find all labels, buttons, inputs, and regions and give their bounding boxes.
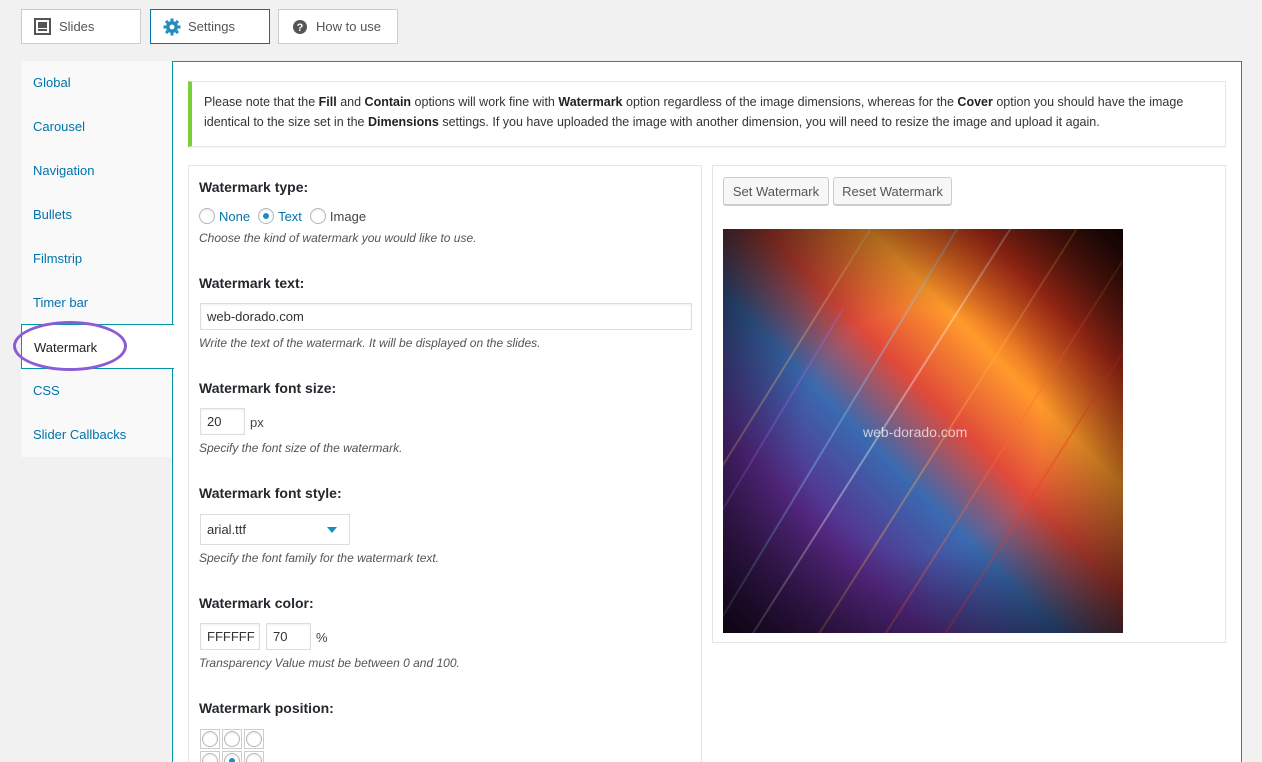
slides-icon xyxy=(34,17,52,36)
font-size-input[interactable]: 20 xyxy=(200,408,245,435)
font-style-label: Watermark font style: xyxy=(199,485,342,501)
transparency-unit: % xyxy=(316,630,328,645)
position-middle-left[interactable] xyxy=(200,751,220,762)
sidebar-item-timer-bar[interactable]: Timer bar xyxy=(33,295,88,310)
notice-bold-cover: Cover xyxy=(957,95,993,109)
position-grid xyxy=(200,729,266,762)
notice-box: Please note that the Fill and Contain op… xyxy=(188,81,1226,147)
watermark-preview-image: web-dorado.com xyxy=(723,229,1123,633)
reset-watermark-button[interactable]: Reset Watermark xyxy=(833,177,952,205)
sidebar-item-css[interactable]: CSS xyxy=(33,383,60,398)
sidebar-item-filmstrip[interactable]: Filmstrip xyxy=(33,251,82,266)
position-radio[interactable] xyxy=(224,731,240,747)
tab-slides[interactable]: Slides xyxy=(21,9,141,44)
position-top-left[interactable] xyxy=(200,729,220,749)
tab-how-to-use[interactable]: ? How to use xyxy=(278,9,398,44)
radio-none-label[interactable]: None xyxy=(219,209,250,224)
font-style-desc: Specify the font family for the watermar… xyxy=(199,551,440,565)
watermark-type-radios: None Text Image xyxy=(199,208,374,224)
tab-settings[interactable]: Settings xyxy=(150,9,270,44)
sidebar-item-carousel[interactable]: Carousel xyxy=(33,119,85,134)
position-label: Watermark position: xyxy=(199,700,334,716)
watermark-text-input[interactable]: web-dorado.com xyxy=(200,303,692,330)
transparency-input[interactable]: 70 xyxy=(266,623,311,650)
position-radio[interactable] xyxy=(246,731,262,747)
position-middle-right[interactable] xyxy=(244,751,264,762)
radio-text[interactable] xyxy=(258,208,275,224)
position-middle-center[interactable] xyxy=(222,751,242,762)
notice-bold-watermark: Watermark xyxy=(558,95,623,109)
watermark-options-box xyxy=(188,165,702,762)
tab-settings-label: Settings xyxy=(188,19,235,34)
color-input[interactable]: FFFFFF xyxy=(200,623,260,650)
color-desc: Transparency Value must be between 0 and… xyxy=(199,656,460,670)
font-style-value: arial.ttf xyxy=(207,522,247,537)
font-size-unit: px xyxy=(250,415,264,430)
sidebar-item-slider-callbacks[interactable]: Slider Callbacks xyxy=(33,427,126,442)
notice-text: Please note that the xyxy=(204,95,319,109)
sidebar-item-watermark[interactable]: Watermark xyxy=(21,324,174,369)
radio-image-label[interactable]: Image xyxy=(330,209,366,224)
set-watermark-button[interactable]: Set Watermark xyxy=(723,177,829,205)
font-style-select[interactable]: arial.ttf xyxy=(200,514,350,545)
svg-text:?: ? xyxy=(297,22,304,34)
watermark-text-label: Watermark text: xyxy=(199,275,305,291)
watermark-text-desc: Write the text of the watermark. It will… xyxy=(199,336,541,350)
radio-image[interactable] xyxy=(309,208,326,224)
position-top-center[interactable] xyxy=(222,729,242,749)
notice-bold-contain: Contain xyxy=(364,95,412,109)
position-radio[interactable] xyxy=(202,731,218,747)
watermark-type-label: Watermark type: xyxy=(199,179,309,195)
position-top-right[interactable] xyxy=(244,729,264,749)
sidebar-item-watermark-label: Watermark xyxy=(34,340,98,355)
notice-text: option regardless of the image dimension… xyxy=(622,95,958,109)
help-icon: ? xyxy=(291,18,309,36)
position-radio[interactable] xyxy=(224,753,240,762)
settings-sidebar: Global Carousel Navigation Bullets Films… xyxy=(21,61,173,457)
radio-none[interactable] xyxy=(199,208,215,224)
notice-text: options will work fine with xyxy=(411,95,559,109)
position-radio[interactable] xyxy=(202,753,218,762)
radio-text-label[interactable]: Text xyxy=(278,209,302,224)
gear-icon xyxy=(163,18,181,36)
notice-text: and xyxy=(336,95,365,109)
tab-how-to-use-label: How to use xyxy=(316,19,382,34)
notice-bold-dimensions: Dimensions xyxy=(367,115,439,129)
watermark-type-desc: Choose the kind of watermark you would l… xyxy=(199,231,477,245)
sidebar-item-navigation[interactable]: Navigation xyxy=(33,163,94,178)
notice-text: settings. If you have uploaded the image… xyxy=(438,115,1100,129)
font-size-label: Watermark font size: xyxy=(199,380,337,396)
watermark-overlay-text: web-dorado.com xyxy=(863,424,968,440)
sidebar-item-bullets[interactable]: Bullets xyxy=(33,207,72,222)
sidebar-item-global[interactable]: Global xyxy=(33,75,71,90)
color-label: Watermark color: xyxy=(199,595,314,611)
chevron-down-icon xyxy=(327,527,337,533)
position-radio[interactable] xyxy=(246,753,262,762)
font-size-desc: Specify the font size of the watermark. xyxy=(199,441,403,455)
tab-slides-label: Slides xyxy=(59,19,95,34)
notice-bold-fill: Fill xyxy=(318,95,337,109)
